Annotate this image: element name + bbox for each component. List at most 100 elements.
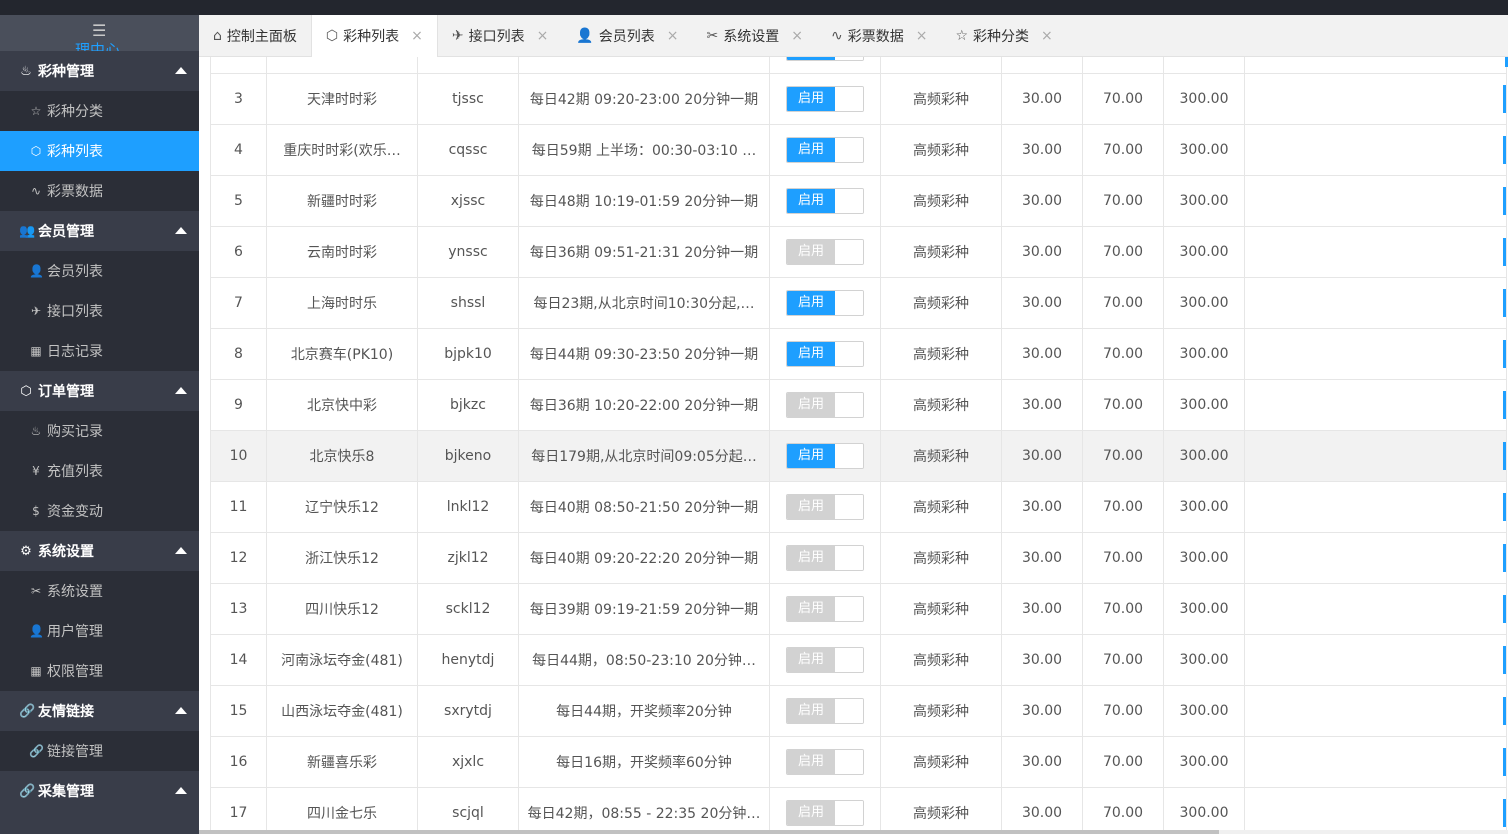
cell-schedule: 每日40期 08:50-21:50 20分钟一期 [518, 481, 770, 533]
cell-v1: 30.00 [1001, 685, 1083, 737]
tab-6[interactable]: ∿ 彩票数据 × [817, 15, 941, 57]
tab-4[interactable]: 👤 会员列表 × [562, 15, 692, 57]
tab-5[interactable]: ✂ 系统设置 × [693, 15, 817, 57]
sidebar-item-4-1[interactable]: ✂ 系统设置 [0, 571, 199, 611]
sidebar-item-5-1[interactable]: 🔗 链接管理 [0, 731, 199, 771]
close-icon[interactable]: × [1041, 28, 1053, 44]
action-button-edge[interactable] [1503, 187, 1506, 215]
sidebar-group-3[interactable]: ⬡ 订单管理 [0, 371, 199, 411]
status-switch[interactable]: 启用 [786, 239, 864, 265]
horizontal-scrollbar[interactable] [199, 830, 1508, 834]
status-switch[interactable]: 启用 [786, 443, 864, 469]
action-button-edge[interactable] [1503, 595, 1506, 623]
action-button-edge[interactable] [1503, 340, 1506, 368]
close-icon[interactable]: × [537, 28, 549, 44]
status-switch[interactable]: 启用 [786, 494, 864, 520]
action-button-edge[interactable] [1503, 85, 1506, 113]
calendar-icon: ▦ [30, 344, 42, 358]
action-button-edge[interactable] [1503, 493, 1506, 521]
sidebar-item-4-2[interactable]: 👤 用户管理 [0, 611, 199, 651]
status-switch[interactable]: 启用 [786, 57, 864, 61]
sidebar: ☰ 理中心 ♨ 彩种管理 ☆ 彩种分类 ⬡ 彩种列表 ∿ 彩票数据 👥 会员管理 👤 会员列表 ✈ 接口列… [0, 15, 199, 834]
table-row: 7 上海时时乐 shssl 每日23期,从北京时间10:30分起,… 启用 高频彩种 30.… [210, 277, 1507, 329]
cell-id: 11 [210, 481, 267, 533]
close-icon[interactable]: × [916, 28, 928, 44]
action-button-edge[interactable] [1503, 391, 1506, 419]
sidebar-item-1-1[interactable]: ☆ 彩种分类 [0, 91, 199, 131]
cell-id: 17 [210, 787, 267, 834]
table-row: 12 浙江快乐12 zjkl12 每日40期 09:20-22:20 20分钟一期 启用… [210, 532, 1507, 584]
sidebar-group-5[interactable]: 🔗 友情链接 [0, 691, 199, 731]
tab-3[interactable]: ✈ 接口列表 × [438, 15, 562, 57]
sidebar-item-2-1[interactable]: 👤 会员列表 [0, 251, 199, 291]
close-icon[interactable]: × [667, 28, 679, 44]
table-row: 10 北京快乐8 bjkeno 每日179期,从北京时间09:05分起… 启用 高频彩种 3… [210, 430, 1507, 482]
sidebar-item-1-2[interactable]: ⬡ 彩种列表 [0, 131, 199, 171]
cell-v2: 70.00 [1082, 226, 1164, 278]
status-switch[interactable]: 启用 [786, 545, 864, 571]
sidebar-group-6[interactable]: 🔗 采集管理 [0, 771, 199, 811]
menu-toggle-icon[interactable]: ☰ [92, 23, 106, 39]
action-button-edge[interactable] [1503, 442, 1506, 470]
sidebar-item-2-2[interactable]: ✈ 接口列表 [0, 291, 199, 331]
cell-type: 高频彩种 [880, 277, 1002, 329]
sidebar-item-3-2[interactable]: ¥ 充值列表 [0, 451, 199, 491]
cell-v2: 70.00 [1082, 685, 1164, 737]
action-button-edge[interactable] [1503, 697, 1506, 725]
cell-type: 高频彩种 [880, 583, 1002, 635]
status-switch[interactable]: 启用 [786, 188, 864, 214]
cell-name: 重庆时时彩(欢乐… [266, 124, 418, 176]
action-button-edge[interactable] [1503, 136, 1506, 164]
status-switch[interactable]: 启用 [786, 392, 864, 418]
cell-id: 13 [210, 583, 267, 635]
sidebar-item-3-3[interactable]: $ 资金变动 [0, 491, 199, 531]
lottery-table-wrap: 启用3天津时时彩tjssc每日42期 09:20-23:00 20分钟一期启用高… [210, 57, 1507, 834]
cell-actions [1244, 328, 1507, 380]
switch-knob [835, 291, 863, 315]
cell-schedule: 每日42期，08:55 - 22:35 20分钟… [518, 787, 770, 834]
action-button-edge[interactable] [1503, 238, 1506, 266]
action-button-edge[interactable] [1503, 799, 1506, 827]
action-button-edge[interactable] [1503, 748, 1506, 776]
status-switch[interactable]: 启用 [786, 137, 864, 163]
tab-7[interactable]: ☆ 彩种分类 × [941, 15, 1066, 57]
switch-knob [835, 393, 863, 417]
switch-label: 启用 [787, 138, 835, 162]
cell-status: 启用 [769, 57, 881, 74]
sidebar-group-4[interactable]: ⚙ 系统设置 [0, 531, 199, 571]
status-switch[interactable]: 启用 [786, 800, 864, 826]
status-switch[interactable]: 启用 [786, 698, 864, 724]
sidebar-item-1-3[interactable]: ∿ 彩票数据 [0, 171, 199, 211]
switch-knob [835, 495, 863, 519]
horizontal-scrollbar-thumb[interactable] [199, 830, 1219, 834]
sidebar-item-2-3[interactable]: ▦ 日志记录 [0, 331, 199, 371]
cell-code: tjssc [417, 73, 519, 125]
close-icon[interactable]: × [791, 28, 803, 44]
action-button-edge[interactable] [1503, 289, 1506, 317]
close-icon[interactable]: × [411, 28, 423, 44]
users-icon: 👥 [19, 223, 36, 239]
action-button-edge[interactable] [1503, 544, 1506, 572]
status-switch[interactable]: 启用 [786, 749, 864, 775]
status-switch[interactable]: 启用 [786, 596, 864, 622]
action-button-edge[interactable] [1503, 646, 1506, 674]
tab-2[interactable]: ⬡ 彩种列表 × [310, 15, 438, 57]
cell-v3: 300.00 [1163, 226, 1245, 278]
cell-actions [1244, 634, 1507, 686]
status-switch[interactable]: 启用 [786, 341, 864, 367]
sidebar-group-2[interactable]: 👥 会员管理 [0, 211, 199, 251]
tab-1[interactable]: ⌂ 控制主面板 [199, 15, 311, 57]
sidebar-group-1[interactable]: ♨ 彩种管理 [0, 51, 199, 91]
cell-status: 启用 [769, 175, 881, 227]
tab-label: 接口列表 [468, 29, 525, 45]
sidebar-item-4-3[interactable]: ▦ 权限管理 [0, 651, 199, 691]
yen-icon: ¥ [32, 464, 40, 478]
fire-icon: ♨ [20, 63, 32, 79]
status-switch[interactable]: 启用 [786, 290, 864, 316]
cell-v1: 30.00 [1001, 634, 1083, 686]
status-switch[interactable]: 启用 [786, 647, 864, 673]
cell-actions [1244, 379, 1507, 431]
tab-bar: ⌂ 控制主面板 ⬡ 彩种列表 × ✈ 接口列表 × 👤 会员列表 × ✂ 系统设置 × ∿ 彩票数据 × ☆ 彩种分… [199, 15, 1508, 57]
status-switch[interactable]: 启用 [786, 86, 864, 112]
sidebar-item-3-1[interactable]: ♨ 购买记录 [0, 411, 199, 451]
